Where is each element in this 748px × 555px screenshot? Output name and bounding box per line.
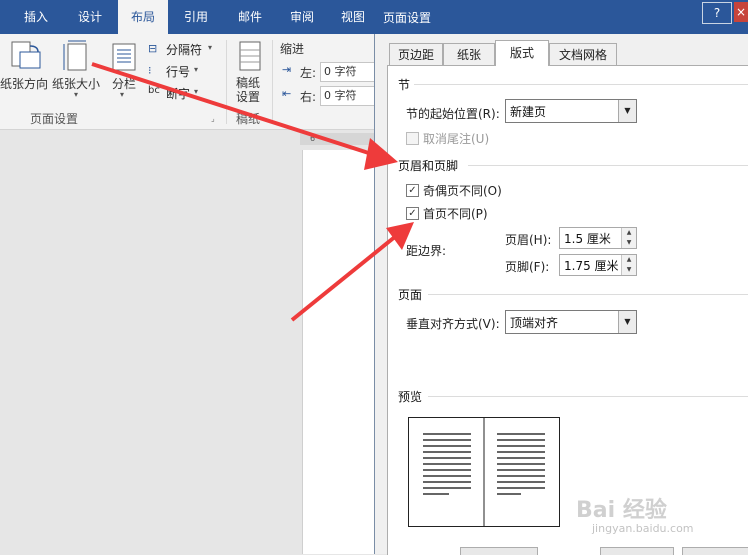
arrow-to-first-page <box>290 222 414 322</box>
arrow-to-header-footer <box>91 62 398 170</box>
tab-layout[interactable]: 版式 <box>495 40 549 66</box>
annotation-arrows <box>91 62 414 322</box>
